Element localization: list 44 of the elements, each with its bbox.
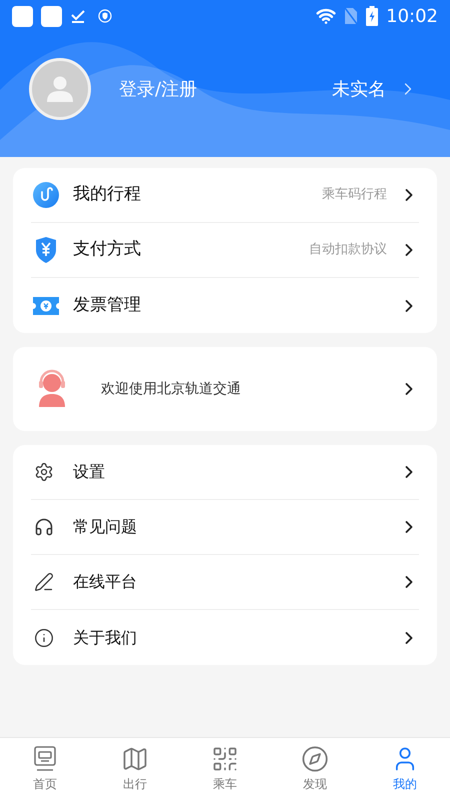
menu-hint: 乘车码行程 [322, 186, 387, 204]
route-icon [33, 182, 59, 208]
menu-label: 发票管理 [73, 294, 141, 317]
wifi-icon [316, 6, 336, 26]
menu-item[interactable]: 在线平台 [31, 555, 419, 610]
welcome-card[interactable]: 欢迎使用北京轨道交通 [13, 347, 437, 431]
nav-tab[interactable]: 首页 [0, 738, 90, 800]
menu-label: 支付方式 [73, 238, 141, 262]
menu-item[interactable]: 我的行程 乘车码行程 [31, 168, 419, 223]
qr-code-icon [211, 745, 239, 773]
menu-hint: 自动扣款协议 [309, 241, 387, 260]
menu-item[interactable]: 发票管理 [31, 278, 419, 333]
clock-time: 10:02 [386, 4, 438, 28]
welcome-text: 欢迎使用北京轨道交通 [101, 380, 241, 398]
compass-icon [301, 745, 329, 773]
menu-label: 在线平台 [73, 571, 137, 593]
nav-tab[interactable]: 我的 [360, 738, 450, 800]
notification-icon [41, 6, 62, 26]
menu-item[interactable]: 支付方式 自动扣款协议 [31, 223, 419, 278]
train-icon [31, 745, 59, 773]
battery-charging-icon [366, 6, 378, 26]
download-done-icon [70, 8, 86, 24]
menu-item[interactable]: 设置 [31, 445, 419, 500]
menu-label: 设置 [73, 461, 105, 483]
ticket-icon [32, 294, 60, 316]
menu-label: 关于我们 [73, 626, 137, 648]
nav-tab[interactable]: 乘车 [180, 738, 270, 800]
nav-tab[interactable]: 发现 [270, 738, 360, 800]
no-sim-icon [344, 7, 358, 25]
notification-icon [12, 6, 33, 26]
menu-label: 我的行程 [73, 183, 141, 206]
verification-status[interactable]: 未实名 [332, 76, 386, 102]
shield-icon [98, 9, 112, 23]
menu-item[interactable]: 常见问题 [31, 500, 419, 555]
info-icon [34, 628, 54, 648]
menu-label: 常见问题 [73, 516, 137, 538]
person-icon [45, 74, 75, 104]
headset-icon [34, 517, 54, 537]
yuan-shield-icon [34, 236, 58, 264]
nav-tab[interactable]: 出行 [90, 738, 180, 800]
map-icon [121, 745, 149, 773]
settings-icon [34, 462, 54, 482]
pen-icon [34, 572, 54, 592]
menu-item[interactable]: 关于我们 [31, 610, 419, 665]
